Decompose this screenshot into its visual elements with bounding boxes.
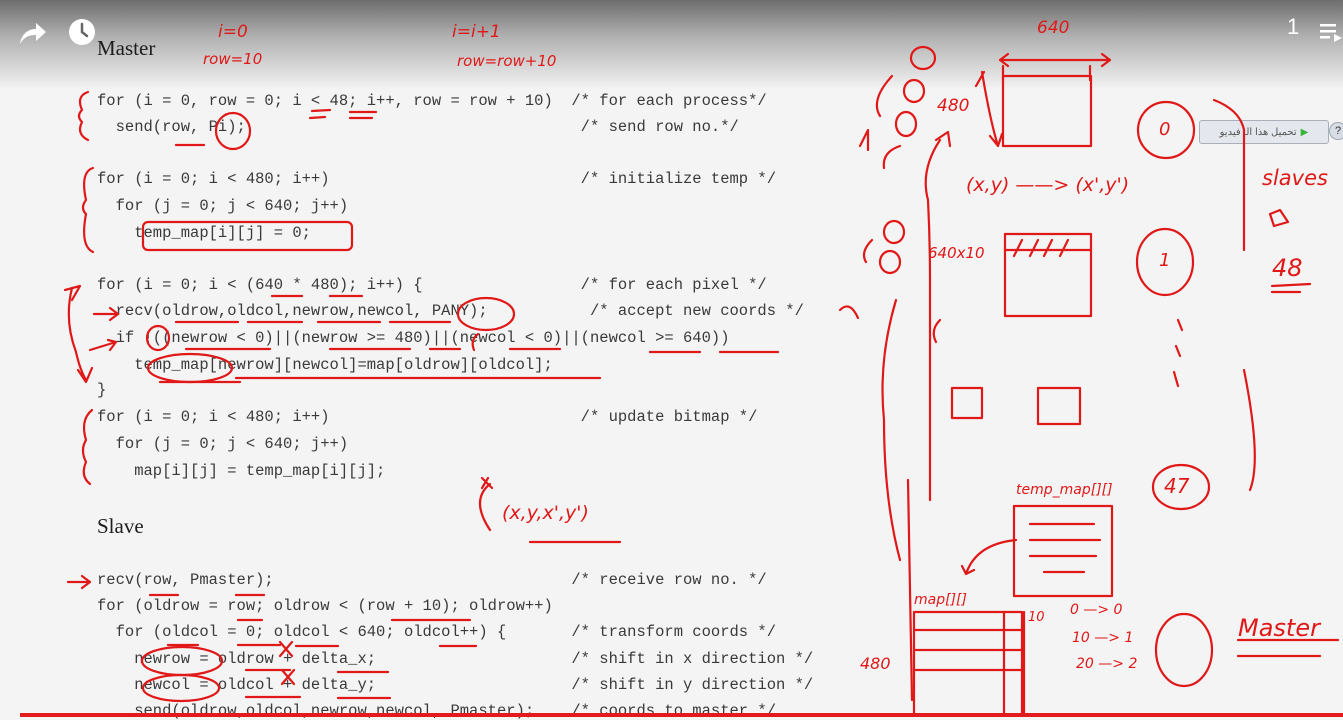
video-progress-bar[interactable]: [20, 713, 1343, 717]
note-block: 640x10: [928, 244, 985, 262]
note-p0: 0: [1159, 119, 1171, 140]
note-map-height: 480: [860, 654, 891, 673]
note-mapping: (x,y) ——> (x',y'): [966, 174, 1130, 196]
note-count: 48: [1272, 254, 1303, 282]
note-i-init: i=0: [218, 22, 248, 42]
note-height: 480: [937, 96, 970, 116]
note-map: map[][]: [914, 592, 967, 608]
ink-annotations: [63, 45, 1340, 717]
note-width: 640: [1037, 18, 1070, 38]
note-temp-map: temp_map[][]: [1016, 482, 1113, 498]
note-row-init: row=10: [203, 50, 263, 68]
note-master: Master: [1238, 614, 1320, 642]
note-row-map-0: 0 —> 0: [1070, 602, 1123, 618]
note-row-10: 10: [1028, 610, 1045, 625]
note-row-inc: row=row+10: [457, 52, 557, 70]
note-row-map-2: 20 —> 2: [1076, 656, 1138, 672]
note-row-map-1: 10 —> 1: [1072, 630, 1134, 646]
note-tuple: (x,y,x',y'): [502, 502, 589, 524]
note-slaves: slaves: [1262, 166, 1328, 190]
note-p47: 47: [1164, 474, 1190, 498]
note-i-inc: i=i+1: [452, 22, 501, 42]
note-p1: 1: [1159, 250, 1171, 271]
